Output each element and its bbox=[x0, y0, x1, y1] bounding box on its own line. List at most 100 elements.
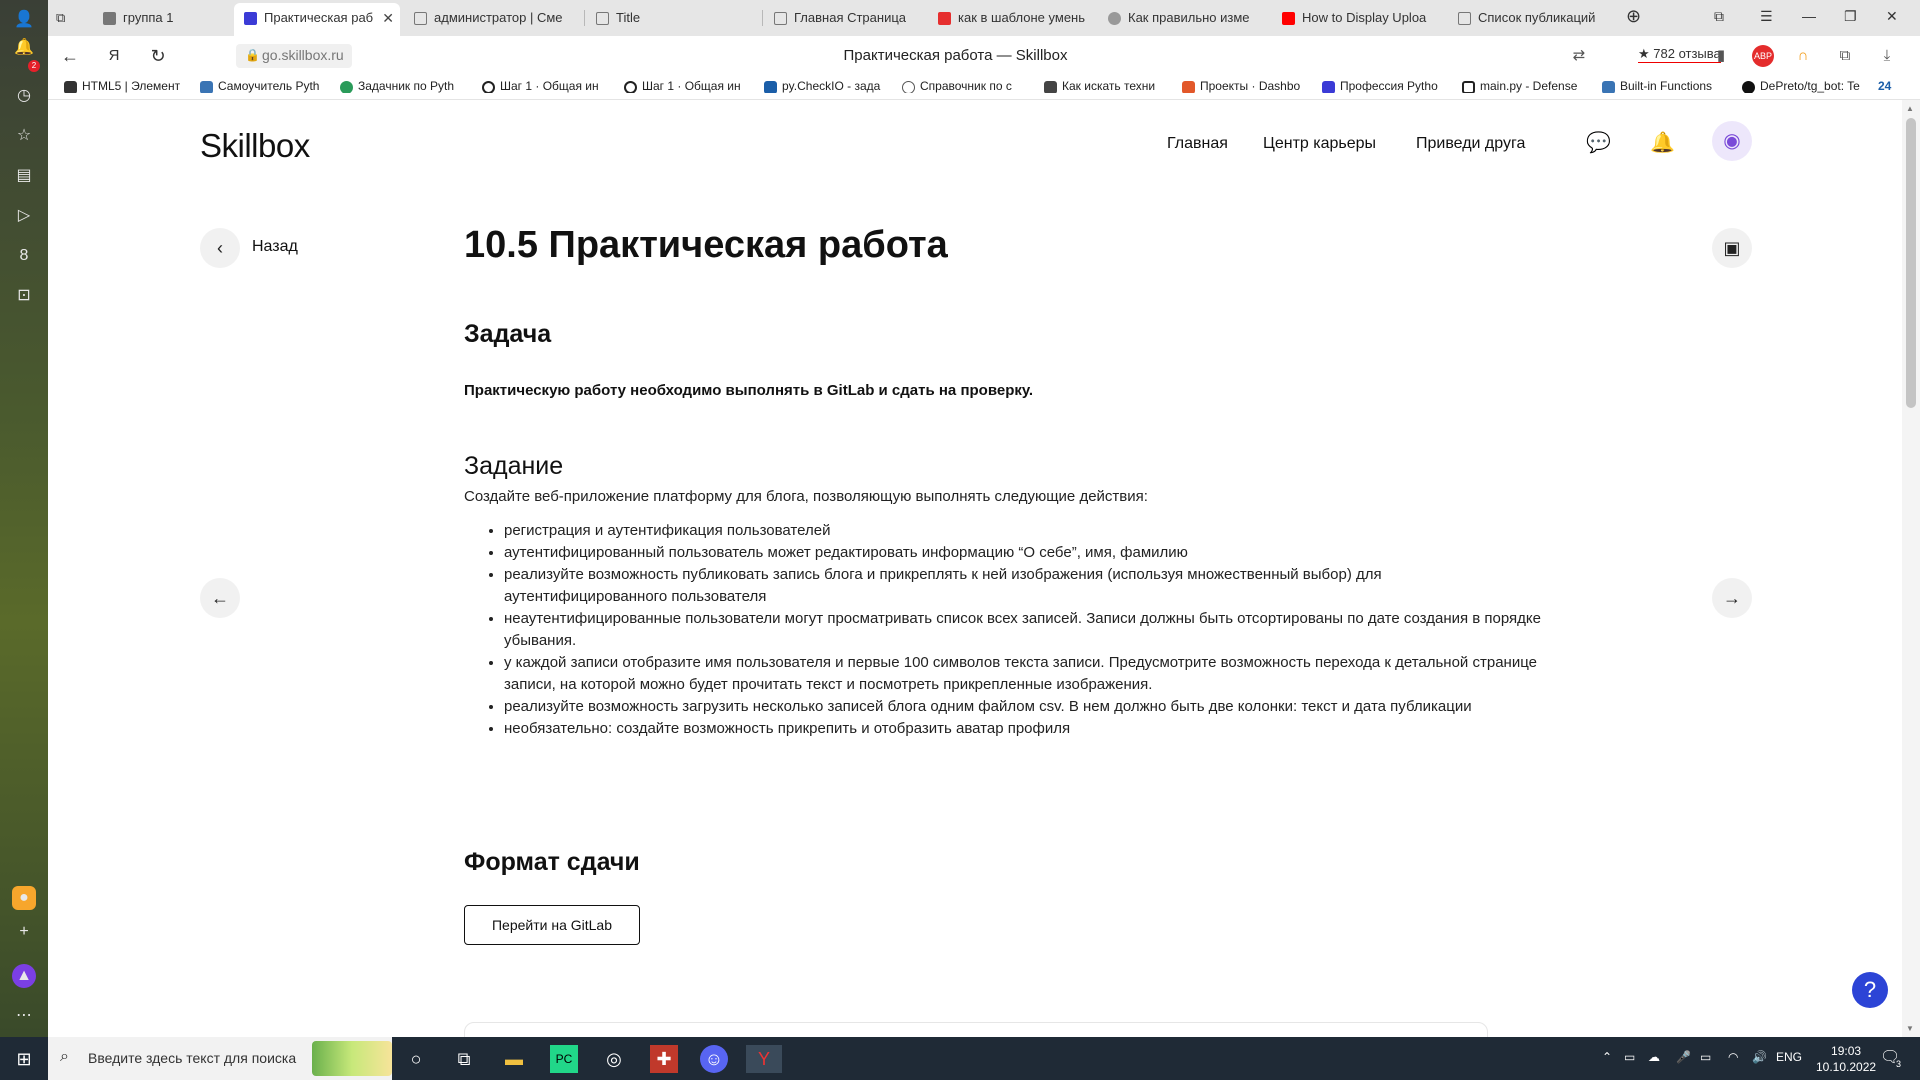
language-indicator[interactable]: ENG bbox=[1776, 1050, 1802, 1064]
show-hidden-icons-icon[interactable]: ⌃ bbox=[1602, 1050, 1612, 1064]
bookmark-item[interactable]: Задачник по Pyth bbox=[340, 79, 464, 93]
bookmark-item[interactable]: DePreto/tg_bot: Te bbox=[1742, 79, 1870, 93]
clock[interactable]: 19:03 10.10.2022 bbox=[1816, 1043, 1876, 1075]
notifications-icon[interactable]: 🔔 bbox=[12, 36, 36, 60]
scrollbar-thumb[interactable] bbox=[1906, 118, 1916, 408]
bookmark-item[interactable]: Built-in Functions bbox=[1602, 79, 1726, 93]
app-icon[interactable]: ● bbox=[12, 886, 36, 910]
scrollbar[interactable]: ▲ ▼ bbox=[1902, 100, 1920, 1037]
steam-icon[interactable]: ◎ bbox=[600, 1045, 628, 1073]
scroll-up-icon[interactable]: ▲ bbox=[1906, 104, 1914, 113]
bookmark-item[interactable]: py.CheckIO - зада bbox=[764, 79, 888, 93]
camera-icon[interactable]: ⊡ bbox=[12, 284, 36, 308]
bookmark-item[interactable]: Профессия Pytho bbox=[1322, 79, 1444, 93]
windows-start-icon[interactable]: ⊞ bbox=[10, 1045, 38, 1073]
file-explorer-icon[interactable]: ▬ bbox=[500, 1045, 528, 1073]
bell-icon[interactable]: 🔔 bbox=[1650, 130, 1675, 155]
extension-icon[interactable]: ∩ bbox=[1792, 45, 1814, 67]
app-icon[interactable]: ✚ bbox=[650, 1045, 678, 1073]
tab-youtube[interactable]: How to Display Uploa bbox=[1272, 3, 1446, 33]
cortana-icon[interactable]: ○ bbox=[402, 1045, 430, 1073]
tab-group-1[interactable]: группа 1 bbox=[93, 3, 233, 33]
video-icon[interactable]: ▷ bbox=[12, 204, 36, 228]
skillbox-logo[interactable]: Skillbox bbox=[200, 127, 310, 165]
bookmark-icon[interactable]: ▮ bbox=[1710, 45, 1732, 67]
nav-career-center[interactable]: Центр карьеры bbox=[1263, 135, 1376, 153]
nav-main[interactable]: Главная bbox=[1167, 135, 1228, 153]
translate-icon[interactable]: ⇄ bbox=[1568, 45, 1590, 67]
help-button[interactable]: ? bbox=[1852, 972, 1888, 1008]
minimize-icon[interactable]: — bbox=[1802, 8, 1816, 24]
more-bookmarks-count[interactable]: 24 bbox=[1878, 79, 1908, 93]
collections-icon[interactable]: ⧉ bbox=[1834, 45, 1856, 67]
next-arrow-icon[interactable]: → bbox=[1712, 578, 1752, 618]
back-chevron-icon[interactable]: ‹ bbox=[200, 228, 240, 268]
bookmark-icon bbox=[1462, 81, 1475, 93]
bookmark-label: Шаг 1 · Общая ин bbox=[642, 79, 741, 93]
nav-invite-friend[interactable]: Приведи друга bbox=[1416, 135, 1525, 153]
alice-icon[interactable]: ▲ bbox=[12, 964, 36, 988]
history-icon[interactable]: ◷ bbox=[12, 84, 36, 108]
gitlab-button[interactable]: Перейти на GitLab bbox=[464, 905, 640, 945]
onedrive-icon[interactable]: ☁ bbox=[1648, 1050, 1660, 1064]
meet-icon[interactable]: ▭ bbox=[1624, 1050, 1635, 1064]
pycharm-icon[interactable]: PC bbox=[550, 1045, 578, 1073]
microphone-icon[interactable]: 🎤 bbox=[1676, 1050, 1691, 1064]
chat-icon[interactable]: 💬 bbox=[1586, 130, 1611, 155]
menu-icon[interactable]: ☰ bbox=[1760, 8, 1773, 25]
downloads-icon[interactable]: ⤓ bbox=[1876, 45, 1898, 67]
add-panel-icon[interactable]: + bbox=[12, 920, 36, 944]
video-toggle-icon[interactable]: ▣ bbox=[1712, 228, 1752, 268]
tab-how-to-change[interactable]: Как правильно изме bbox=[1098, 3, 1272, 33]
bookmark-label: main.py - Defense bbox=[1480, 79, 1578, 93]
adblock-icon[interactable]: ABP bbox=[1752, 45, 1774, 67]
bookmark-label: Проекты · Dashbo bbox=[1200, 79, 1301, 93]
new-tab-icon[interactable]: ⊕ bbox=[1626, 6, 1641, 27]
bookmark-item[interactable]: Шаг 1 · Общая ин bbox=[624, 79, 748, 93]
taskbar-search[interactable]: ⌕ Введите здесь текст для поиска bbox=[48, 1037, 392, 1080]
tab-publications[interactable]: Список публикаций bbox=[1448, 3, 1648, 33]
close-window-icon[interactable]: ✕ bbox=[1886, 8, 1898, 25]
tab-main-page[interactable]: Главная Страница bbox=[764, 3, 938, 33]
profile-icon[interactable]: 👤 bbox=[12, 8, 36, 32]
prev-arrow-icon[interactable]: ← bbox=[200, 578, 240, 618]
back-link[interactable]: Назад bbox=[252, 238, 298, 256]
tabs-list-icon[interactable]: ⧉ bbox=[1714, 8, 1724, 25]
counter-icon[interactable]: 8 bbox=[12, 244, 36, 268]
tab-label: Список публикаций bbox=[1478, 10, 1596, 25]
bookmark-item[interactable]: Справочник по с bbox=[902, 79, 1030, 93]
bookmark-item[interactable]: Шаг 1 · Общая ин bbox=[482, 79, 606, 93]
tab-yandex-search[interactable]: как в шаблоне умень bbox=[928, 3, 1094, 33]
assignment-heading: Задание bbox=[464, 452, 564, 480]
restore-icon[interactable]: ❐ bbox=[1844, 8, 1857, 25]
taskbar: ⊞ ⌕ Введите здесь текст для поиска ○ ⧉ ▬… bbox=[0, 1037, 1920, 1080]
bookmark-item[interactable]: main.py - Defense bbox=[1462, 79, 1590, 93]
bookmark-item[interactable]: Как искать техни bbox=[1044, 79, 1174, 93]
bookmark-item[interactable]: HTML5 | Элемент bbox=[64, 79, 188, 93]
tab-skillbox[interactable]: Практическая раб ✕ bbox=[234, 3, 400, 36]
wifi-icon[interactable]: ◠ bbox=[1728, 1050, 1738, 1064]
collections-icon[interactable]: ▤ bbox=[12, 164, 36, 188]
tab-admin[interactable]: администратор | Сме bbox=[404, 3, 582, 33]
bookmark-item[interactable]: Самоучитель Pyth bbox=[200, 79, 322, 93]
volume-icon[interactable]: 🔊 bbox=[1752, 1050, 1767, 1064]
page-icon bbox=[774, 12, 787, 25]
tab-label: Как правильно изме bbox=[1128, 10, 1250, 25]
task-view-icon[interactable]: ⧉ bbox=[450, 1045, 478, 1073]
bookmark-icon bbox=[340, 81, 353, 93]
discord-icon[interactable]: ☺ bbox=[700, 1045, 728, 1073]
scroll-down-icon[interactable]: ▼ bbox=[1906, 1024, 1914, 1033]
battery-icon[interactable]: ▭ bbox=[1700, 1050, 1711, 1064]
tab-label: администратор | Сме bbox=[434, 10, 563, 25]
search-placeholder: Введите здесь текст для поиска bbox=[88, 1050, 297, 1066]
reviews-link[interactable]: ★ 782 отзыва bbox=[1638, 46, 1721, 63]
bookmark-label: Справочник по с bbox=[920, 79, 1012, 93]
tab-group-icon[interactable]: ⧉ bbox=[48, 3, 93, 33]
favorites-icon[interactable]: ☆ bbox=[12, 124, 36, 148]
more-icon[interactable]: ⋯ bbox=[12, 1004, 36, 1028]
yandex-browser-icon[interactable]: Y bbox=[746, 1045, 782, 1073]
close-tab-icon[interactable]: ✕ bbox=[382, 10, 394, 27]
avatar[interactable]: ◉ bbox=[1712, 121, 1752, 161]
tab-title[interactable]: Title bbox=[586, 3, 760, 33]
bookmark-item[interactable]: Проекты · Dashbo bbox=[1182, 79, 1310, 93]
